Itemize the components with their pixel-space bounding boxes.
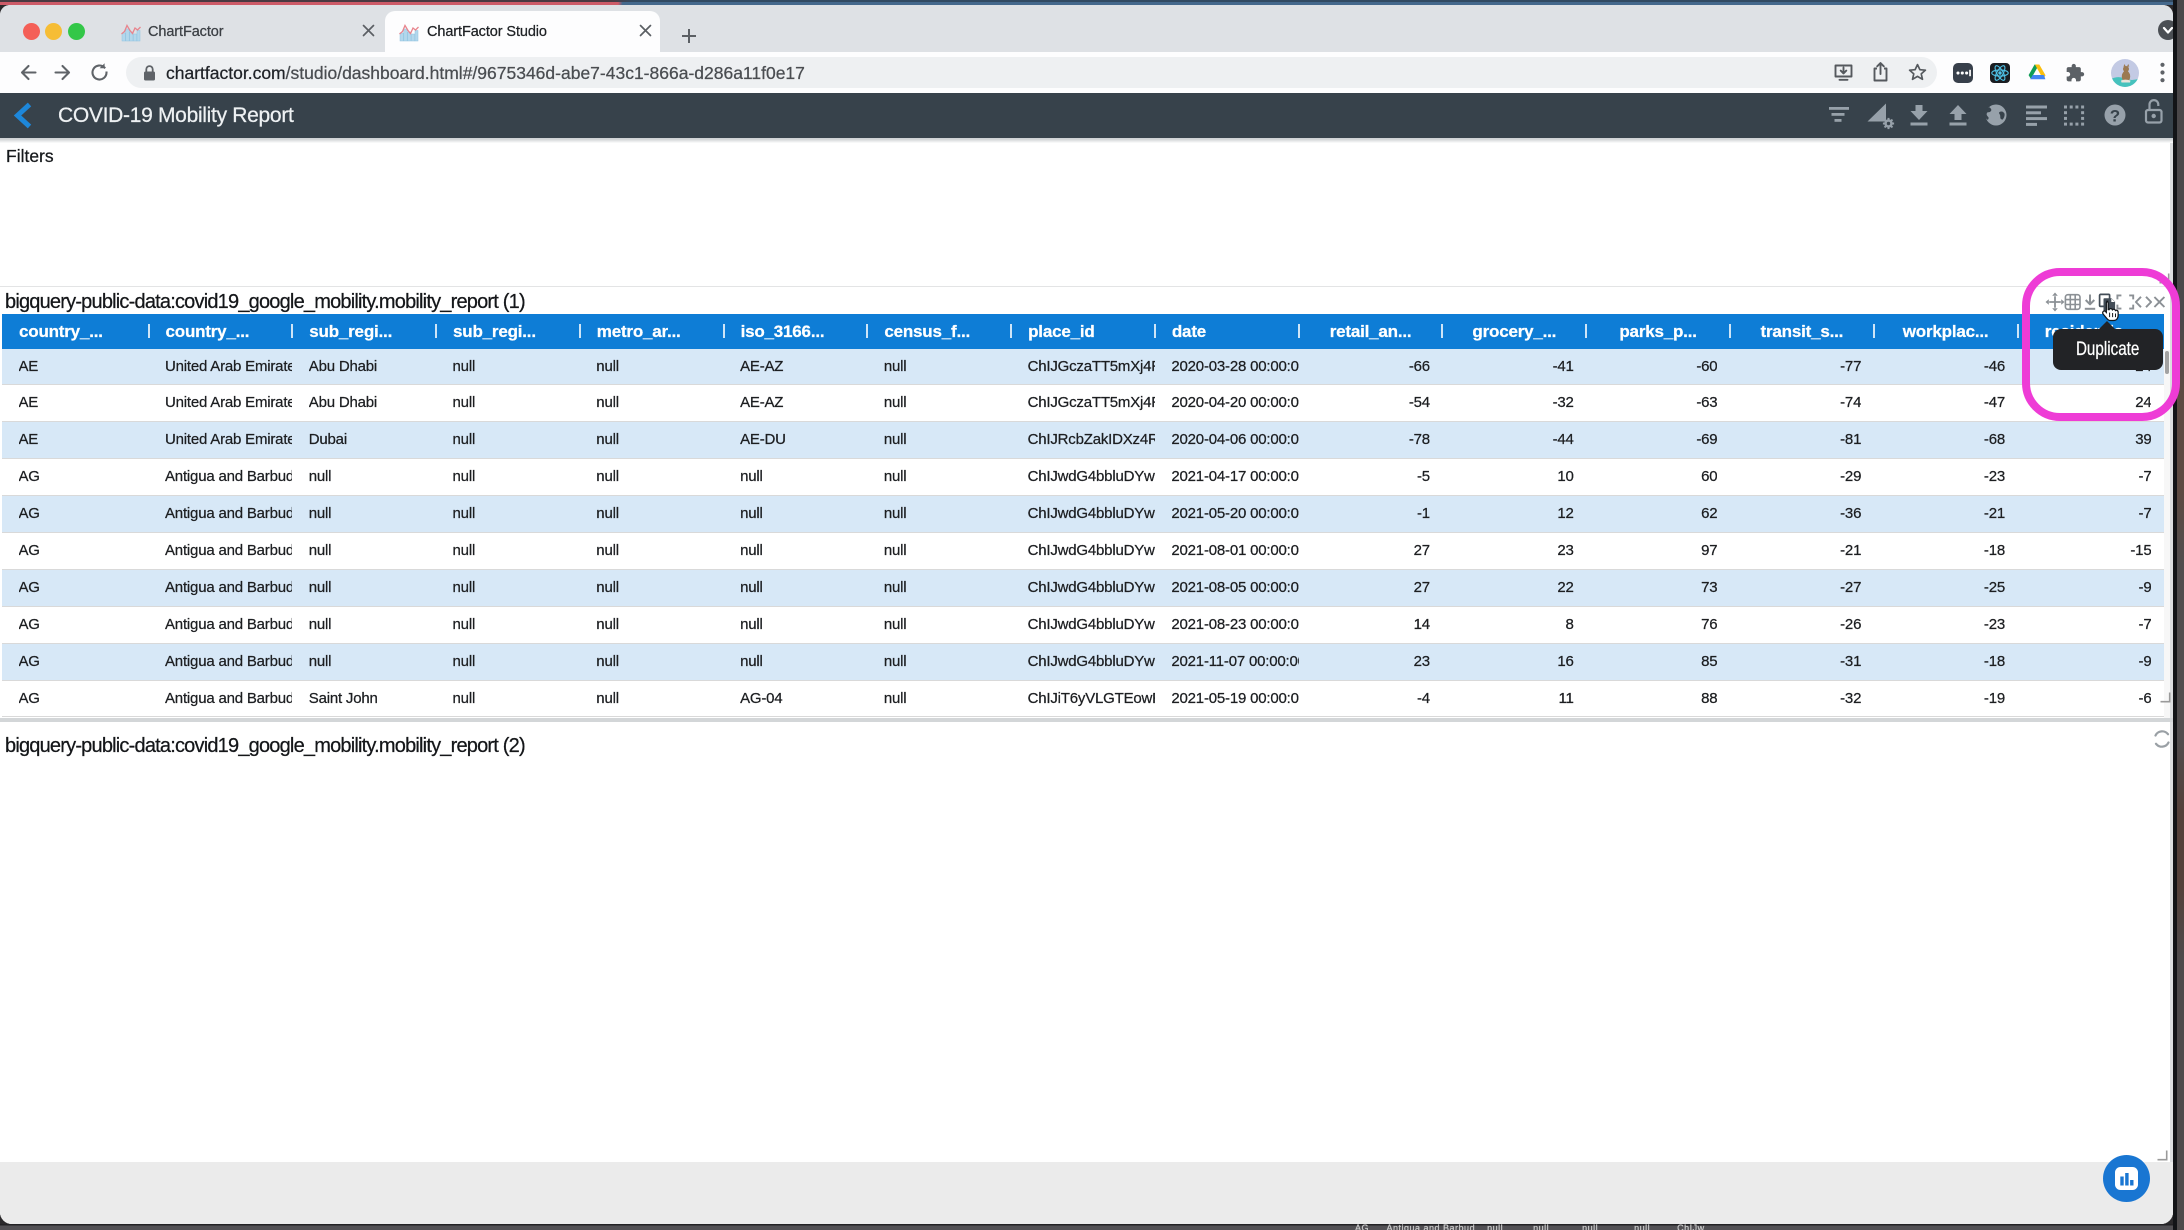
svg-text:?: ? xyxy=(2110,107,2120,126)
